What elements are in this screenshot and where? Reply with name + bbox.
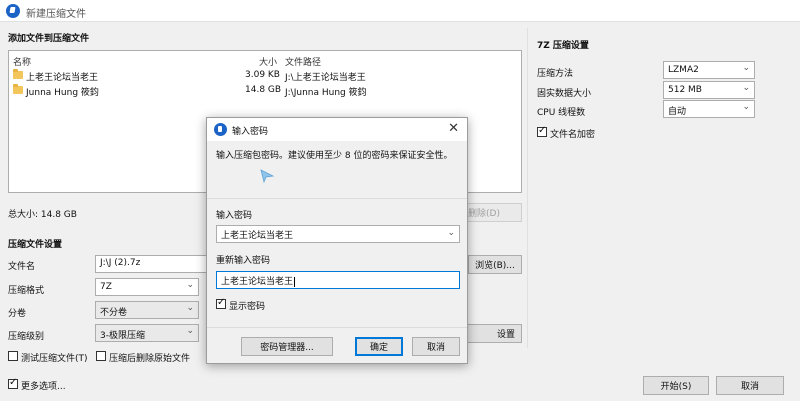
- list-item[interactable]: Junna Hung 筱鈞 14.8 GB J:\Junna Hung 筱鈞: [9, 83, 521, 98]
- chevron-down-icon: ⌄: [742, 102, 750, 112]
- confirm-password-input[interactable]: 上老王论坛当老王: [216, 271, 460, 289]
- delete-source-label: 压缩后删除原始文件: [109, 354, 191, 364]
- password-label: 输入密码: [216, 211, 253, 221]
- divider: [207, 327, 467, 328]
- threads-value: 自动: [668, 107, 687, 117]
- divider: [207, 198, 467, 199]
- column-header-size[interactable]: 大小: [259, 55, 277, 68]
- filename-label: 文件名: [8, 262, 36, 272]
- seven-z-settings-panel: 7Z 压缩设置 压缩方法 LZMA2 ⌄ 固实数据大小 512 MB ⌄ CPU…: [527, 28, 792, 348]
- split-select[interactable]: 不分卷 ⌄: [95, 301, 199, 319]
- text-cursor: [294, 277, 296, 287]
- test-archive-checkbox[interactable]: [8, 351, 18, 361]
- folder-icon: [13, 69, 23, 79]
- dialog-hint: 输入压缩包密码。建议使用至少 8 位的密码来保证安全性。: [216, 151, 453, 161]
- chevron-down-icon: ⌄: [186, 326, 194, 336]
- add-files-heading: 添加文件到压缩文件: [8, 34, 90, 44]
- format-label: 压缩格式: [8, 286, 45, 296]
- dialog-titlebar: 输入密码 ✕: [207, 118, 467, 141]
- password-value: 上老王论坛当老王: [221, 231, 294, 241]
- format-select[interactable]: 7Z ⌄: [95, 278, 199, 296]
- more-options-label[interactable]: 更多选项...: [21, 379, 66, 392]
- test-archive-label: 测试压缩文件(T): [21, 354, 88, 364]
- dictionary-select[interactable]: 512 MB ⌄: [663, 81, 755, 99]
- dialog-cancel-button[interactable]: 取消: [412, 337, 460, 356]
- file-name: Junna Hung 筱鈞: [26, 88, 99, 98]
- method-label: 压缩方法: [537, 69, 574, 79]
- method-select[interactable]: LZMA2 ⌄: [663, 61, 755, 79]
- window-titlebar: 新建压缩文件: [0, 0, 800, 22]
- file-size: 3.09 KB: [245, 70, 280, 80]
- threads-select[interactable]: 自动 ⌄: [663, 100, 755, 118]
- start-button[interactable]: 开始(S): [643, 376, 709, 395]
- file-size: 14.8 GB: [245, 85, 282, 95]
- file-path: J:\Junna Hung 筱鈞: [285, 88, 367, 98]
- app-logo-icon: [6, 4, 20, 18]
- password-dialog: 输入密码 ✕ 输入压缩包密码。建议使用至少 8 位的密码来保证安全性。 输入密码…: [206, 117, 468, 364]
- column-header-path[interactable]: 文件路径: [285, 55, 321, 68]
- app-logo-icon: [214, 123, 227, 136]
- folder-icon: [13, 84, 23, 94]
- password-icon: [260, 169, 275, 184]
- dialog-title: 输入密码: [232, 127, 269, 137]
- chevron-down-icon[interactable]: ⌄: [447, 228, 455, 238]
- confirm-password-label: 重新输入密码: [216, 256, 271, 266]
- password-input[interactable]: 上老王论坛当老王 ⌄: [216, 225, 460, 243]
- level-label: 压缩级别: [8, 332, 45, 342]
- ok-button[interactable]: 确定: [355, 337, 403, 356]
- encrypt-names-label: 文件名加密: [550, 130, 596, 140]
- browse-button[interactable]: 浏览(B)...: [468, 255, 522, 274]
- dictionary-value: 512 MB: [668, 85, 702, 95]
- total-size: 总大小: 14.8 GB: [8, 210, 77, 220]
- password-manager-button[interactable]: 密码管理器...: [241, 337, 333, 356]
- window-title: 新建压缩文件: [26, 9, 86, 20]
- show-password-checkbox[interactable]: [216, 297, 226, 309]
- show-password-label: 显示密码: [229, 302, 266, 312]
- split-value: 不分卷: [100, 308, 128, 318]
- chevron-down-icon: ⌄: [742, 63, 750, 73]
- chevron-down-icon: ⌄: [742, 83, 750, 93]
- chevron-down-icon: ⌄: [186, 280, 194, 290]
- file-name: 上老王论坛当老王: [26, 73, 99, 83]
- split-label: 分卷: [8, 309, 27, 319]
- seven-z-heading: 7Z 压缩设置: [537, 41, 589, 51]
- method-value: LZMA2: [668, 65, 699, 75]
- threads-label: CPU 线程数: [537, 108, 586, 118]
- archive-settings-heading: 压缩文件设置: [8, 240, 63, 250]
- more-options-checkbox[interactable]: [8, 377, 18, 389]
- format-value: 7Z: [100, 282, 112, 292]
- encrypt-names-checkbox[interactable]: [537, 125, 547, 137]
- delete-source-checkbox[interactable]: [96, 351, 106, 361]
- cancel-button[interactable]: 取消: [716, 376, 784, 395]
- dictionary-label: 固实数据大小: [537, 89, 592, 99]
- chevron-down-icon: ⌄: [186, 303, 194, 313]
- confirm-password-value: 上老王论坛当老王: [221, 277, 294, 287]
- column-header-name[interactable]: 名称: [13, 55, 31, 68]
- list-item[interactable]: 上老王论坛当老王 3.09 KB J:\上老王论坛当老王: [9, 68, 521, 83]
- level-value: 3-极限压缩: [100, 331, 145, 341]
- level-select[interactable]: 3-极限压缩 ⌄: [95, 324, 199, 342]
- file-path: J:\上老王论坛当老王: [285, 73, 366, 83]
- close-icon[interactable]: ✕: [448, 121, 459, 136]
